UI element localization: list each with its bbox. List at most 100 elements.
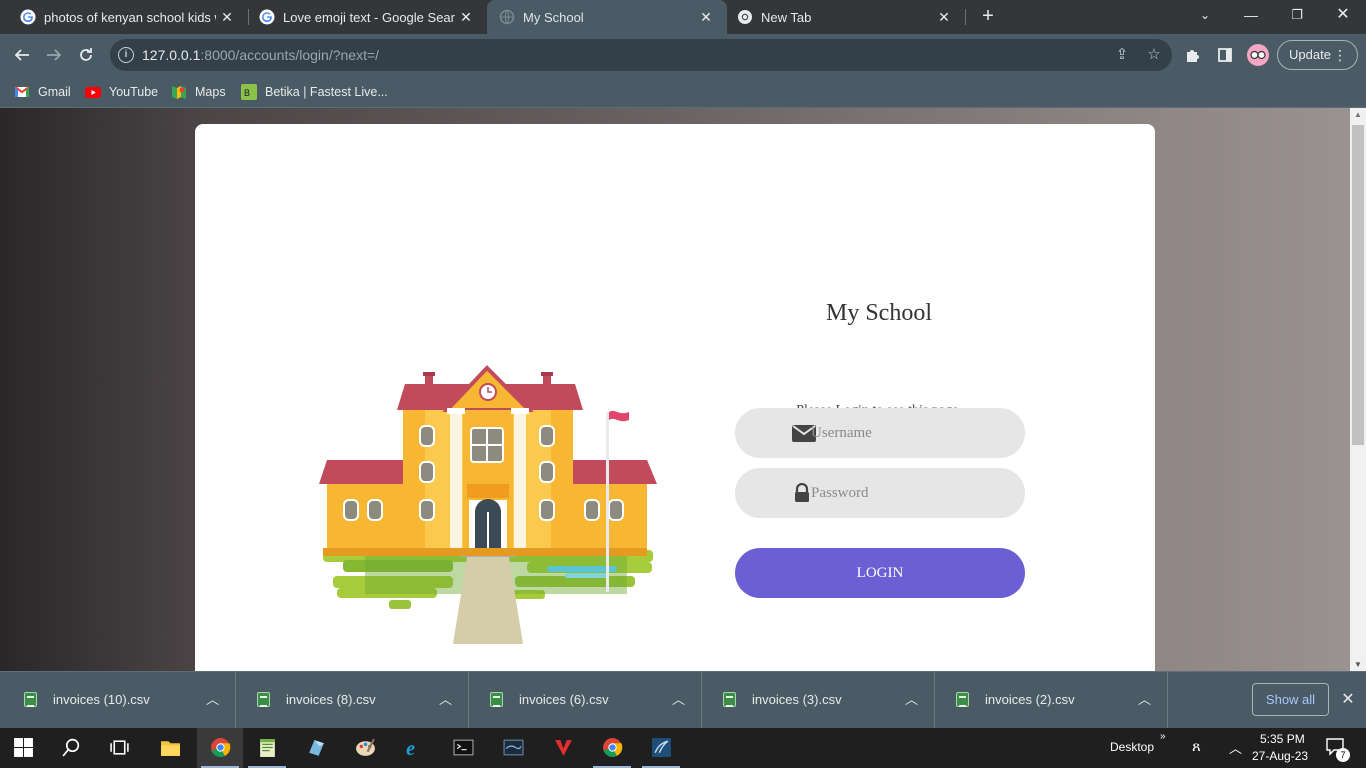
tab-title: photos of kenyan school kids wit [44, 9, 216, 25]
show-hidden-icons-chevron-icon[interactable]: ︿ [1229, 738, 1242, 757]
download-item[interactable]: invoices (2).csv ︿ [936, 672, 1168, 729]
taskbar-chrome-2[interactable] [589, 728, 635, 768]
globe-icon [499, 9, 515, 25]
csv-file-icon [723, 692, 736, 707]
bookmark-maps[interactable]: Maps [171, 82, 226, 102]
bookmark-youtube[interactable]: YouTube [85, 82, 158, 102]
scroll-up-arrow-icon[interactable]: ▲ [1350, 110, 1366, 119]
download-filename: invoices (3).csv [752, 692, 842, 707]
avatar-glasses-icon [1250, 50, 1266, 60]
update-button[interactable]: Update ⋮ [1277, 40, 1358, 70]
new-tab-button[interactable]: + [976, 4, 1000, 30]
update-label: Update [1289, 47, 1331, 62]
bookmark-gmail[interactable]: Gmail [14, 82, 71, 102]
google-icon [20, 9, 36, 25]
app-icon [309, 740, 324, 756]
taskbar-workbench[interactable] [638, 728, 684, 768]
profile-avatar[interactable] [1247, 44, 1269, 66]
share-icon[interactable]: ⇪ [1112, 45, 1132, 65]
people-icon[interactable]: ጸ [1192, 738, 1201, 755]
task-view-icon [110, 740, 129, 755]
chevron-up-icon[interactable]: ︿ [1138, 689, 1151, 708]
login-button[interactable]: LOGIN [735, 548, 1025, 598]
close-tab-icon[interactable]: ✕ [933, 9, 955, 26]
url-text[interactable]: 127.0.0.1:8000/accounts/login/?next=/ [142, 47, 379, 63]
login-title: My School [825, 300, 932, 326]
restore-button[interactable]: ❐ [1274, 0, 1320, 30]
vertical-scrollbar[interactable]: ▲ ▼ [1350, 108, 1366, 671]
download-filename: invoices (2).csv [985, 692, 1075, 707]
svg-text:B: B [244, 88, 250, 98]
reload-button[interactable] [70, 39, 102, 71]
taskbar-file-explorer[interactable] [147, 728, 193, 768]
csv-file-icon [490, 692, 503, 707]
chevron-up-icon[interactable]: ︿ [439, 689, 452, 708]
close-tab-icon[interactable]: ✕ [455, 9, 477, 26]
back-button[interactable] [6, 39, 38, 71]
search-icon [62, 738, 80, 757]
task-view-button[interactable] [96, 728, 142, 768]
tab-1[interactable]: photos of kenyan school kids wit ✕ [0, 0, 248, 34]
bookmark-label: Gmail [38, 85, 71, 99]
forward-button[interactable] [38, 39, 70, 71]
close-tab-icon[interactable]: ✕ [695, 9, 717, 26]
clock-date[interactable]: 27-Aug-23 [1252, 749, 1308, 763]
download-filename: invoices (8).csv [286, 692, 376, 707]
start-button[interactable] [0, 728, 46, 768]
password-field[interactable] [735, 468, 1025, 518]
browser-toolbar: i 127.0.0.1:8000/accounts/login/?next=/ … [0, 34, 1366, 76]
notification-badge: 7 [1336, 748, 1350, 762]
scroll-down-arrow-icon[interactable]: ▼ [1350, 660, 1366, 669]
taskbar-search[interactable] [48, 728, 94, 768]
chrome-icon [603, 738, 623, 757]
taskbar-paint[interactable] [342, 728, 388, 768]
minimize-button[interactable]: — [1228, 0, 1274, 30]
tab-4[interactable]: New Tab ✕ [727, 0, 965, 34]
username-input[interactable] [811, 408, 1011, 458]
tab-search-icon[interactable]: ⌄ [1182, 0, 1228, 30]
taskbar-internet-explorer[interactable]: e [391, 728, 437, 768]
download-item[interactable]: invoices (10).csv ︿ [4, 672, 236, 729]
close-tab-icon[interactable]: ✕ [216, 9, 238, 26]
taskbar-notepad[interactable] [244, 728, 290, 768]
tab-strip: photos of kenyan school kids wit ✕ Love … [0, 0, 1366, 34]
username-field[interactable] [735, 408, 1025, 458]
bookmark-label: Maps [195, 85, 226, 99]
clock-time[interactable]: 5:35 PM [1260, 732, 1305, 746]
desktop-label[interactable]: Desktop [1110, 740, 1154, 754]
forward-arrow-icon [47, 49, 62, 61]
download-item[interactable]: invoices (6).csv ︿ [470, 672, 702, 729]
chevron-up-icon[interactable]: ︿ [206, 689, 219, 708]
editor-icon [555, 740, 572, 756]
chevron-up-icon[interactable]: ︿ [905, 689, 918, 708]
site-info-icon[interactable]: i [118, 47, 134, 63]
taskbar-terminal[interactable] [440, 728, 486, 768]
taskbar-chrome[interactable] [197, 728, 243, 768]
bookmark-betika[interactable]: B Betika | Fastest Live... [241, 82, 388, 102]
taskbar-app[interactable] [293, 728, 339, 768]
side-panel-icon[interactable] [1214, 44, 1236, 66]
download-item[interactable]: invoices (3).csv ︿ [703, 672, 935, 729]
url-host: 127.0.0.1 [142, 47, 201, 63]
url-path: :8000/accounts/login/?next=/ [200, 47, 380, 63]
download-filename: invoices (10).csv [53, 692, 150, 707]
download-item[interactable]: invoices (8).csv ︿ [237, 672, 469, 729]
close-window-button[interactable]: ✕ [1320, 0, 1366, 30]
desktop-toolbar-chevron-icon[interactable]: » [1160, 731, 1166, 742]
address-bar[interactable]: i 127.0.0.1:8000/accounts/login/?next=/ … [110, 39, 1172, 71]
show-all-button[interactable]: Show all [1252, 683, 1329, 716]
betika-icon: B [241, 84, 257, 100]
bookmark-star-icon[interactable]: ☆ [1144, 45, 1164, 65]
taskbar-editor[interactable] [540, 728, 586, 768]
tab-2[interactable]: Love emoji text - Google Search ✕ [239, 0, 487, 34]
reload-icon [80, 48, 92, 61]
password-input[interactable] [811, 468, 1011, 518]
scrollbar-thumb[interactable] [1352, 125, 1364, 445]
close-downloads-icon[interactable]: ✕ [1338, 689, 1358, 709]
taskbar-mysql[interactable] [490, 728, 536, 768]
tab-3-active[interactable]: My School ✕ [487, 0, 727, 34]
page-viewport: My School Please Login to see this page.… [0, 108, 1350, 671]
extensions-icon[interactable] [1182, 44, 1204, 66]
bookmark-label: Betika | Fastest Live... [265, 85, 388, 99]
chevron-up-icon[interactable]: ︿ [672, 689, 685, 708]
